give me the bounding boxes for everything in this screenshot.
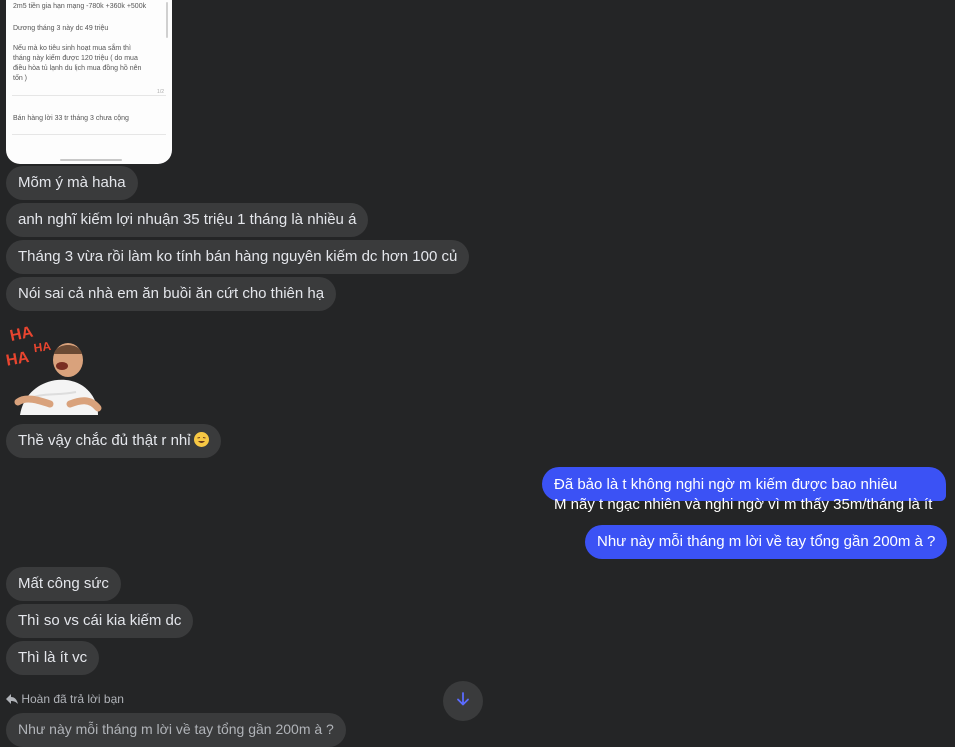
card-text-line: Bán hàng lời 33 tr tháng 3 chưa cộng [13,115,129,122]
sticker-image: HA HA HA [5,324,102,415]
replied-message-quote[interactable]: Như này mỗi tháng m lời về tay tổng gần … [6,713,346,747]
svg-text:HA: HA [33,339,52,355]
shared-screenshot-image[interactable]: 2m5 tiền gia hạn mạng -780k +360k +500k … [6,0,172,164]
svg-text:HA: HA [6,349,31,370]
card-divider [12,134,166,135]
svg-text:HA: HA [8,324,35,346]
message-bubble-incoming[interactable]: Thì so vs cái kia kiếm dc [6,604,194,638]
message-bubble-incoming[interactable]: Thì là ít vc [6,641,100,675]
card-text-line: 2m5 tiền gia hạn mạng -780k +360k +500k [13,3,147,10]
card-text-line: điều hòa tủ lạnh du lịch mua đồng hồ nên [13,65,142,72]
reply-arrow-icon [6,692,18,706]
message-text: Thề vậy chắc đủ thật r nhỉ [18,432,191,449]
rofl-emoji-icon [193,432,209,447]
message-text-line: Đã bảo là t không nghi ngờ m kiếm được b… [554,476,898,493]
message-bubble-incoming[interactable]: Mõm ý mà haha [6,166,138,200]
card-text-line: tháng này kiếm được 120 triệu ( do mua [13,55,138,62]
card-home-handle [60,159,122,161]
message-bubble-incoming[interactable]: Mất công sức [6,567,121,601]
scroll-to-bottom-button[interactable] [443,681,483,721]
message-bubble-outgoing[interactable]: Như này mỗi tháng m lời về tay tổng gần … [585,525,948,559]
card-text-line: Dương tháng 3 này dc 49 triệu [13,25,109,32]
card-scrollbar [166,2,168,38]
message-bubble-incoming[interactable]: Thề vậy chắc đủ thật r nhỉ [6,424,221,458]
message-bubble-incoming[interactable]: Nói sai cả nhà em ăn buồi ăn cứt cho thi… [6,277,337,311]
reply-indicator: Hoàn đã trả lời bạn [6,692,124,706]
message-text-line: M nãy t ngạc nhiên và nghi ngờ vì m thấy… [554,496,933,513]
message-bubble-incoming[interactable]: anh nghĩ kiếm lợi nhuận 35 triệu 1 tháng… [6,203,369,237]
message-bubble-outgoing[interactable]: Đã bảo là t không nghi ngờ m kiếm được b… [542,467,946,513]
arrow-down-icon [455,691,471,712]
card-divider [12,95,166,96]
laughing-man-sticker[interactable]: HA HA HA [5,320,106,420]
message-bubble-incoming[interactable]: Tháng 3 vừa rồi làm ko tính bán hàng ngu… [6,240,470,274]
card-text-line: tốn ) [13,75,28,82]
card-text-line: Nếu mà ko tiêu sinh hoạt mua sắm thì [13,45,131,52]
reply-label-text: Hoàn đã trả lời bạn [21,692,124,706]
